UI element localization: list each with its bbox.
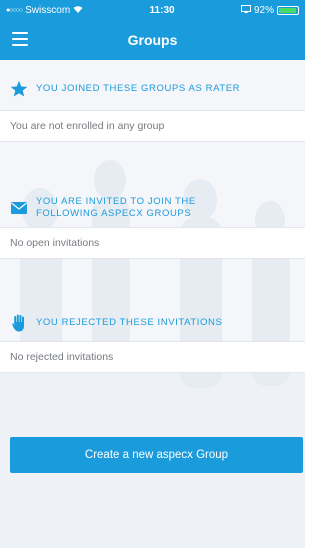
invited-section-header: YOU ARE INVITED TO JOIN THE FOLLOWING AS… (0, 196, 305, 220)
hand-stop-icon (10, 314, 28, 332)
invited-empty-row: No open invitations (0, 227, 305, 259)
invited-section-title: YOU ARE INVITED TO JOIN THE FOLLOWING AS… (36, 196, 196, 220)
status-time: 11:30 (149, 4, 175, 16)
rater-section-header: YOU JOINED THESE GROUPS AS RATER (0, 80, 305, 98)
status-right: 92% (240, 4, 299, 16)
app-screen: ●○○○○ Swisscom 11:30 92% Groups YOU JOIN… (0, 0, 305, 548)
navigation-bar: Groups (0, 20, 305, 60)
star-icon (10, 80, 28, 98)
rejected-empty-text: No rejected invitations (10, 351, 114, 363)
rejected-section-header: YOU REJECTED THESE INVITATIONS (0, 314, 305, 332)
invited-title-line1: YOU ARE INVITED TO JOIN THE (36, 196, 196, 207)
envelope-icon (10, 199, 28, 217)
create-group-button[interactable]: Create a new aspecx Group (10, 437, 303, 473)
rater-section-title: YOU JOINED THESE GROUPS AS RATER (36, 83, 241, 94)
wifi-icon (73, 5, 83, 16)
carrier-label: Swisscom (25, 4, 71, 16)
battery-fill (278, 7, 296, 13)
rejected-empty-row: No rejected invitations (0, 341, 305, 373)
screen-mirror-icon (240, 4, 251, 16)
hamburger-menu-icon[interactable] (12, 32, 28, 46)
battery-percent: 92% (253, 4, 274, 16)
signal-dots-icon: ●○○○○ (6, 6, 23, 14)
status-left: ●○○○○ Swisscom (6, 5, 83, 16)
invited-empty-text: No open invitations (10, 237, 100, 249)
rejected-section-title: YOU REJECTED THESE INVITATIONS (36, 317, 223, 328)
invited-title-line2: FOLLOWING ASPECX GROUPS (36, 208, 192, 219)
rater-empty-row: You are not enrolled in any group (0, 110, 305, 142)
page-title: Groups (127, 32, 178, 48)
battery-icon (276, 5, 299, 15)
status-bar: ●○○○○ Swisscom 11:30 92% (0, 0, 305, 20)
rater-empty-text: You are not enrolled in any group (10, 120, 165, 132)
